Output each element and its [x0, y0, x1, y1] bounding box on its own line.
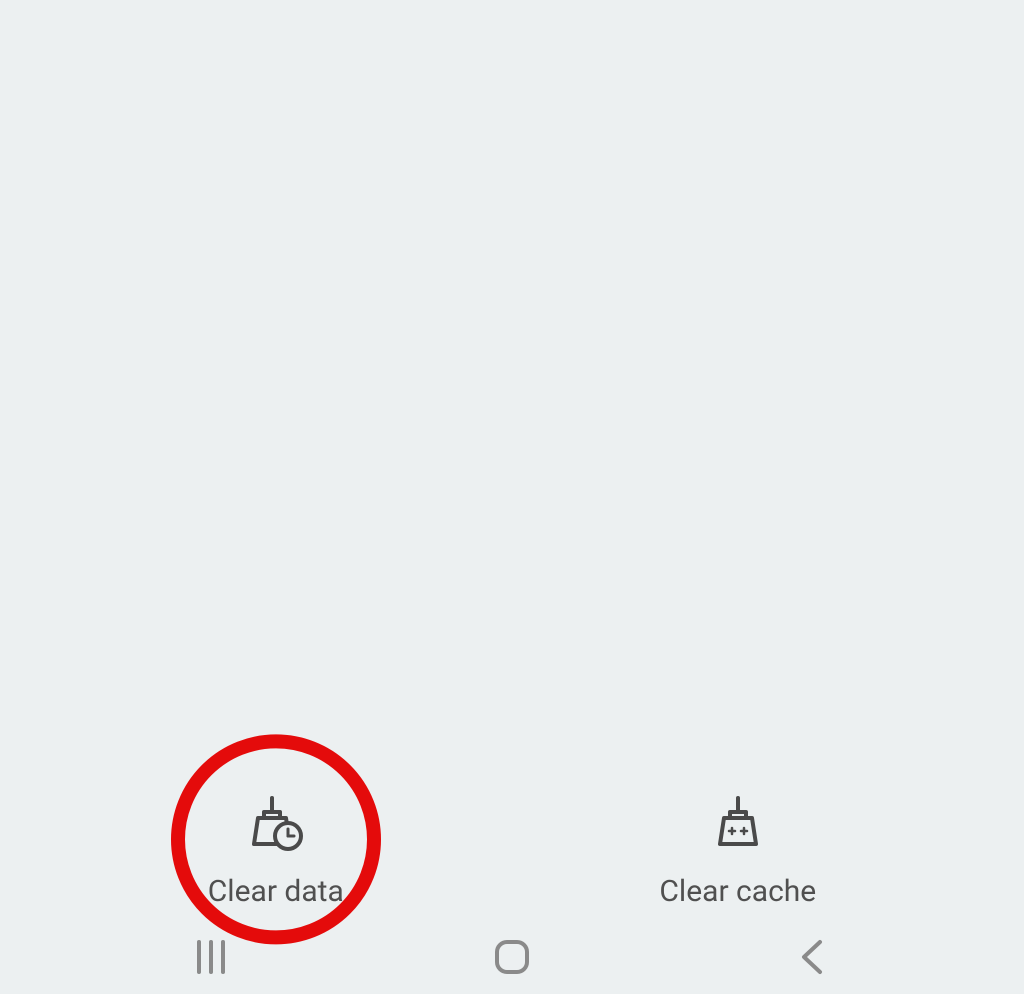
recent-apps-button[interactable]	[171, 932, 251, 982]
bottom-action-bar: Clear data Clear cache	[0, 794, 1024, 909]
back-icon	[792, 936, 834, 978]
clear-data-label: Clear data	[208, 874, 344, 909]
recent-apps-icon	[190, 936, 232, 978]
clear-cache-label: Clear cache	[659, 874, 816, 909]
home-icon	[491, 936, 533, 978]
home-button[interactable]	[472, 932, 552, 982]
clear-data-button[interactable]: Clear data	[208, 794, 344, 909]
navigation-bar	[0, 919, 1024, 994]
broom-sparkle-icon	[708, 794, 768, 854]
back-button[interactable]	[773, 932, 853, 982]
broom-data-icon	[246, 794, 306, 854]
clear-cache-button[interactable]: Clear cache	[659, 794, 816, 909]
